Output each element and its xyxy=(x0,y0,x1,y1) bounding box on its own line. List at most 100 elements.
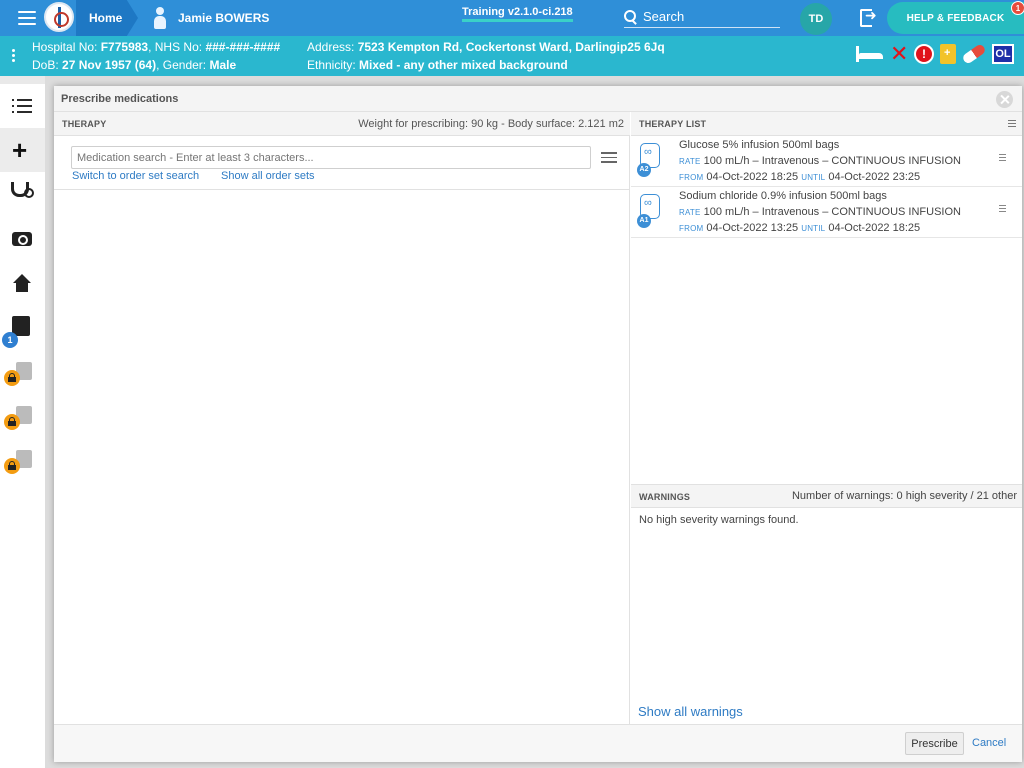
lock-icon xyxy=(4,414,20,430)
order-badge: A1 xyxy=(637,214,651,228)
search-label: Search xyxy=(643,9,685,24)
patient-banner: Hospital No: F775983, NHS No: ###-###-##… xyxy=(0,36,1024,76)
therapy-item[interactable]: A2 Glucose 5% infusion 500ml bags RATE 1… xyxy=(631,136,1022,187)
item-menu-icon[interactable] xyxy=(999,154,1006,162)
cross-alert-icon[interactable]: ✕ xyxy=(890,43,908,65)
notes-count-badge: 1 xyxy=(2,332,18,348)
dialog-header: Prescribe medications xyxy=(54,86,1022,112)
banner-more-icon[interactable] xyxy=(12,49,16,64)
gender-value: Male xyxy=(209,58,237,72)
rail-item-locked-2[interactable] xyxy=(0,398,45,442)
bed-icon[interactable] xyxy=(856,46,884,62)
banner-row-1: Hospital No: F775983, NHS No: ###-###-##… xyxy=(32,40,281,54)
therapy-dates: FROM 04-Oct-2022 18:25 UNTIL 04-Oct-2022… xyxy=(679,171,920,183)
therapy-name: Sodium chloride 0.9% infusion 500ml bags xyxy=(679,190,887,202)
show-order-sets-link[interactable]: Show all order sets xyxy=(221,170,315,182)
dob-value: 27 Nov 1957 (64) xyxy=(62,58,157,72)
warnings-header: WARNINGS Number of warnings: 0 high seve… xyxy=(631,484,1022,508)
rail-item-list[interactable] xyxy=(0,84,45,128)
show-all-warnings-link[interactable]: Show all warnings xyxy=(638,704,743,719)
therapy-rate: RATE 100 mL/h – Intravenous – CONTINUOUS… xyxy=(679,155,961,167)
from-label: FROM xyxy=(679,224,704,233)
rail-item-camera[interactable] xyxy=(0,217,45,261)
left-rail: + 1 xyxy=(0,84,45,768)
until-value: 04-Oct-2022 23:25 xyxy=(828,171,921,183)
medication-pill-icon[interactable] xyxy=(961,43,987,65)
close-icon[interactable] xyxy=(996,91,1013,108)
therapy-pane: THERAPY Weight for prescribing: 90 kg - … xyxy=(54,112,630,724)
list-menu-icon[interactable] xyxy=(1008,120,1016,128)
camera-icon xyxy=(12,232,32,246)
order-set-search-link[interactable]: Switch to order set search xyxy=(72,170,199,182)
dialog-footer: Prescribe Cancel xyxy=(54,724,1022,762)
global-search[interactable]: Search xyxy=(624,6,780,28)
address-value: 7523 Kempton Rd, Cockertonst Ward, Darli… xyxy=(357,40,665,54)
user-avatar[interactable]: TD xyxy=(800,3,832,35)
nhs-no-label: NHS No: xyxy=(154,40,203,54)
rate-value: 100 mL/h – Intravenous – CONTINUOUS INFU… xyxy=(703,155,961,167)
therapy-rate: RATE 100 mL/h – Intravenous – CONTINUOUS… xyxy=(679,206,961,218)
therapy-item[interactable]: A1 Sodium chloride 0.9% infusion 500ml b… xyxy=(631,187,1022,238)
top-nav-bar: Home Jamie BOWERS Training v2.1.0-ci.218… xyxy=(0,0,1024,36)
from-value: 04-Oct-2022 18:25 xyxy=(706,171,799,183)
therapy-list-header-label: THERAPY LIST xyxy=(639,119,707,129)
help-feedback-button[interactable]: HELP & FEEDBACK xyxy=(887,2,1024,34)
therapy-name: Glucose 5% infusion 500ml bags xyxy=(679,139,840,151)
weight-info: Weight for prescribing: 90 kg - Body sur… xyxy=(358,118,624,130)
therapy-list-pane: THERAPY LIST A2 Glucose 5% infusion 500m… xyxy=(631,112,1022,724)
rail-item-add[interactable]: + xyxy=(0,128,45,172)
warnings-message: No high severity warnings found. xyxy=(639,514,799,526)
warnings-count: Number of warnings: 0 high severity / 21… xyxy=(791,490,1017,502)
ethnicity-value: Mixed - any other mixed background xyxy=(359,58,568,72)
lock-icon xyxy=(4,458,20,474)
address-label: Address: xyxy=(307,40,355,54)
lock-icon xyxy=(4,370,20,386)
training-version-label: Training v2.1.0-ci.218 xyxy=(462,6,573,22)
dialog-title: Prescribe medications xyxy=(61,93,179,105)
order-badge: A2 xyxy=(637,163,651,177)
logout-icon[interactable] xyxy=(860,7,880,27)
therapy-dates: FROM 04-Oct-2022 13:25 UNTIL 04-Oct-2022… xyxy=(679,222,920,234)
patient-name: Jamie BOWERS xyxy=(178,11,270,25)
help-notification-badge: 1 xyxy=(1011,1,1024,15)
breadcrumb-patient[interactable]: Jamie BOWERS xyxy=(150,0,269,36)
from-value: 04-Oct-2022 13:25 xyxy=(706,222,799,234)
ol-badge[interactable]: OL xyxy=(992,44,1014,64)
app-logo[interactable] xyxy=(44,2,74,32)
until-label: UNTIL xyxy=(801,173,826,182)
allergy-alert-icon[interactable]: ! xyxy=(914,44,934,64)
hospital-no-label: Hospital No: xyxy=(32,40,98,54)
house-icon xyxy=(11,274,33,294)
clipboard-icon[interactable] xyxy=(940,44,956,64)
item-menu-icon[interactable] xyxy=(999,205,1006,213)
hamburger-menu-icon[interactable] xyxy=(601,152,617,163)
hamburger-menu-icon[interactable] xyxy=(18,11,36,25)
nhs-no: ###-###-#### xyxy=(205,40,281,54)
rail-item-clinical[interactable] xyxy=(0,172,45,216)
rate-label: RATE xyxy=(679,157,701,166)
breadcrumb-home[interactable]: Home xyxy=(76,0,138,36)
person-icon xyxy=(150,7,170,29)
until-value: 04-Oct-2022 18:25 xyxy=(828,222,921,234)
rail-item-locked-1[interactable] xyxy=(0,354,45,398)
medication-search-input[interactable] xyxy=(71,146,591,169)
rail-item-home[interactable] xyxy=(0,262,45,306)
home-label: Home xyxy=(89,11,123,25)
banner-address: Address: 7523 Kempton Rd, Cockertonst Wa… xyxy=(307,40,665,54)
until-label: UNTIL xyxy=(801,224,826,233)
banner-row-2: DoB: 27 Nov 1957 (64), Gender: Male xyxy=(32,58,237,72)
banner-ethnicity: Ethnicity: Mixed - any other mixed backg… xyxy=(307,58,568,72)
list-icon xyxy=(12,99,32,113)
rate-value: 100 mL/h – Intravenous – CONTINUOUS INFU… xyxy=(703,206,961,218)
therapy-header: THERAPY Weight for prescribing: 90 kg - … xyxy=(54,112,630,136)
cancel-button[interactable]: Cancel xyxy=(972,737,1006,749)
plus-icon: + xyxy=(12,135,28,165)
rail-item-locked-3[interactable] xyxy=(0,442,45,486)
hospital-no: F775983 xyxy=(100,40,149,54)
search-icon xyxy=(624,9,638,24)
patient-flags: ✕ ! OL xyxy=(856,43,1014,65)
prescribe-medications-dialog: Prescribe medications THERAPY Weight for… xyxy=(54,86,1022,762)
rail-item-notes[interactable]: 1 xyxy=(0,306,45,350)
therapy-header-label: THERAPY xyxy=(62,119,107,129)
prescribe-button[interactable]: Prescribe xyxy=(905,732,964,755)
